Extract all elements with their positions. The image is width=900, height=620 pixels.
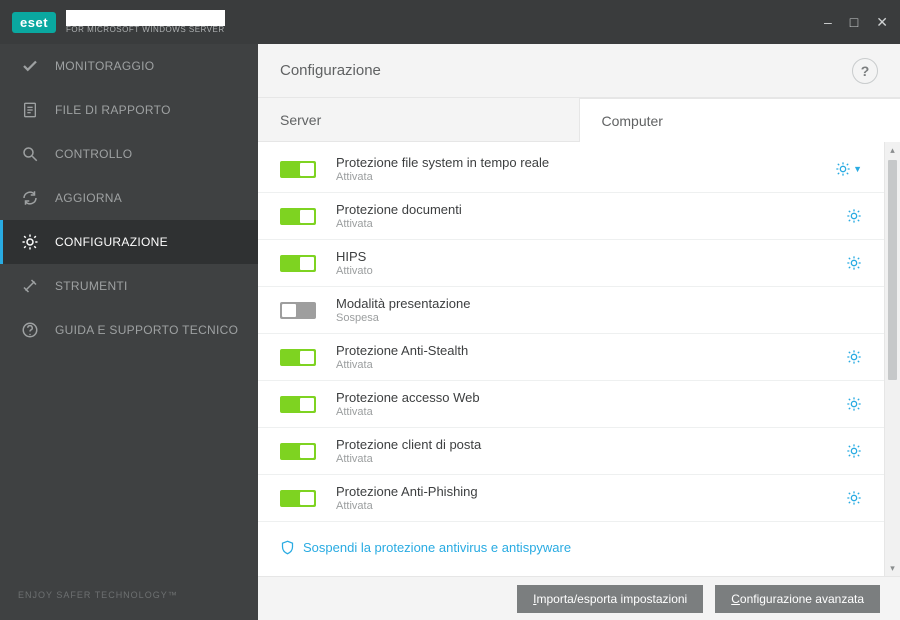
window-controls: – □ ✕	[824, 14, 888, 31]
sidebar-item-tools[interactable]: STRUMENTI	[0, 264, 258, 308]
setting-label: Modalità presentazione	[336, 296, 862, 311]
sidebar-item-search[interactable]: CONTROLLO	[0, 132, 258, 176]
import-export-button[interactable]: Importa/esporta impostazioni	[517, 585, 703, 613]
setting-gear-button[interactable]	[846, 349, 862, 365]
sidebar-item-label: AGGIORNA	[55, 191, 122, 205]
sidebar-item-label: CONTROLLO	[55, 147, 132, 161]
setting-gear-button[interactable]	[846, 490, 862, 506]
setting-row: Protezione client di postaAttivata	[258, 428, 884, 475]
toggle-switch[interactable]	[280, 443, 316, 460]
page-title: Configurazione	[280, 62, 381, 79]
sidebar-item-help[interactable]: GUIDA E SUPPORTO TECNICO	[0, 308, 258, 352]
setting-status: Attivata	[336, 218, 846, 230]
setting-status: Attivato	[336, 265, 846, 277]
product-subtitle: FOR MICROSOFT WINDOWS SERVER	[66, 26, 225, 34]
scroll-up-icon[interactable]: ▴	[885, 142, 900, 158]
toggle-switch[interactable]	[280, 302, 316, 319]
setting-status: Attivata	[336, 359, 846, 371]
product-title: FILE SECURITY FOR MICROSOFT WINDOWS SERV…	[66, 10, 225, 34]
setting-gear-button[interactable]	[846, 208, 862, 224]
toggle-switch[interactable]	[280, 255, 316, 272]
shield-icon	[280, 540, 295, 555]
setting-status: Attivata	[336, 171, 835, 183]
help-icon	[21, 321, 39, 339]
setting-text: Protezione Anti-StealthAttivata	[336, 343, 846, 371]
suspend-link-label[interactable]: Sospendi la protezione antivirus e antis…	[303, 540, 571, 555]
setting-row: Protezione Anti-StealthAttivata	[258, 334, 884, 381]
sidebar-footer: ENJOY SAFER TECHNOLOGY™	[0, 570, 258, 620]
help-button[interactable]: ?	[852, 58, 878, 84]
setting-text: Modalità presentazioneSospesa	[336, 296, 862, 324]
main-panel: Configurazione ? ServerComputer Protezio…	[258, 44, 900, 620]
minimize-button[interactable]: –	[824, 14, 832, 31]
sidebar-item-label: MONITORAGGIO	[55, 59, 154, 73]
setting-text: Protezione client di postaAttivata	[336, 437, 846, 465]
advanced-config-button[interactable]: Configurazione avanzata	[715, 585, 880, 613]
setting-label: Protezione accesso Web	[336, 390, 846, 405]
page-header: Configurazione ?	[258, 44, 900, 98]
product-name: FILE SECURITY	[66, 10, 225, 26]
setting-text: Protezione Anti-PhishingAttivata	[336, 484, 846, 512]
sidebar-item-refresh[interactable]: AGGIORNA	[0, 176, 258, 220]
toggle-switch[interactable]	[280, 161, 316, 178]
setting-gear-button[interactable]	[846, 396, 862, 412]
settings-list: Protezione file system in tempo realeAtt…	[258, 142, 884, 576]
tabs: ServerComputer	[258, 98, 900, 142]
gear-icon	[21, 233, 39, 251]
scroll-down-icon[interactable]: ▾	[885, 560, 900, 576]
setting-gear-button[interactable]: ▼	[835, 161, 862, 177]
setting-label: Protezione Anti-Phishing	[336, 484, 846, 499]
scroll-thumb[interactable]	[888, 160, 897, 380]
setting-row: Protezione documentiAttivata	[258, 193, 884, 240]
close-button[interactable]: ✕	[876, 14, 888, 31]
sidebar-item-label: GUIDA E SUPPORTO TECNICO	[55, 323, 238, 337]
sidebar-item-label: FILE DI RAPPORTO	[55, 103, 171, 117]
setting-label: HIPS	[336, 249, 846, 264]
setting-text: HIPSAttivato	[336, 249, 846, 277]
setting-status: Attivata	[336, 500, 846, 512]
scrollbar[interactable]: ▴ ▾	[884, 142, 900, 576]
setting-row: Modalità presentazioneSospesa	[258, 287, 884, 334]
maximize-button[interactable]: □	[850, 14, 858, 31]
sidebar-item-label: STRUMENTI	[55, 279, 128, 293]
titlebar: eset FILE SECURITY FOR MICROSOFT WINDOWS…	[0, 0, 900, 44]
setting-text: Protezione accesso WebAttivata	[336, 390, 846, 418]
toggle-switch[interactable]	[280, 490, 316, 507]
setting-row: Protezione accesso WebAttivata	[258, 381, 884, 428]
setting-label: Protezione documenti	[336, 202, 846, 217]
check-icon	[21, 57, 39, 75]
setting-label: Protezione Anti-Stealth	[336, 343, 846, 358]
setting-row: Protezione Anti-PhishingAttivata	[258, 475, 884, 522]
setting-status: Attivata	[336, 453, 846, 465]
search-icon	[21, 145, 39, 163]
sidebar-item-check[interactable]: MONITORAGGIO	[0, 44, 258, 88]
suspend-protection-link[interactable]: Sospendi la protezione antivirus e antis…	[258, 522, 884, 567]
setting-gear-button[interactable]	[846, 443, 862, 459]
sidebar-item-doc[interactable]: FILE DI RAPPORTO	[0, 88, 258, 132]
sidebar: MONITORAGGIO FILE DI RAPPORTO CONTROLLO AGG…	[0, 44, 258, 620]
setting-status: Sospesa	[336, 312, 862, 324]
setting-gear-button[interactable]	[846, 255, 862, 271]
toggle-switch[interactable]	[280, 208, 316, 225]
refresh-icon	[21, 189, 39, 207]
button-bar: Importa/esporta impostazioni Configurazi…	[258, 576, 900, 620]
setting-text: Protezione file system in tempo realeAtt…	[336, 155, 835, 183]
setting-row: HIPSAttivato	[258, 240, 884, 287]
tab-computer[interactable]: Computer	[579, 98, 900, 142]
setting-text: Protezione documentiAttivata	[336, 202, 846, 230]
setting-status: Attivata	[336, 406, 846, 418]
tab-server[interactable]: Server	[258, 98, 579, 141]
setting-label: Protezione file system in tempo reale	[336, 155, 835, 170]
toggle-switch[interactable]	[280, 349, 316, 366]
brand-badge: eset	[12, 12, 56, 33]
toggle-switch[interactable]	[280, 396, 316, 413]
setting-label: Protezione client di posta	[336, 437, 846, 452]
sidebar-item-label: CONFIGURAZIONE	[55, 235, 168, 249]
doc-icon	[21, 101, 39, 119]
tools-icon	[21, 277, 39, 295]
sidebar-item-gear[interactable]: CONFIGURAZIONE	[0, 220, 258, 264]
setting-row: Protezione file system in tempo realeAtt…	[258, 146, 884, 193]
chevron-down-icon: ▼	[853, 164, 862, 174]
